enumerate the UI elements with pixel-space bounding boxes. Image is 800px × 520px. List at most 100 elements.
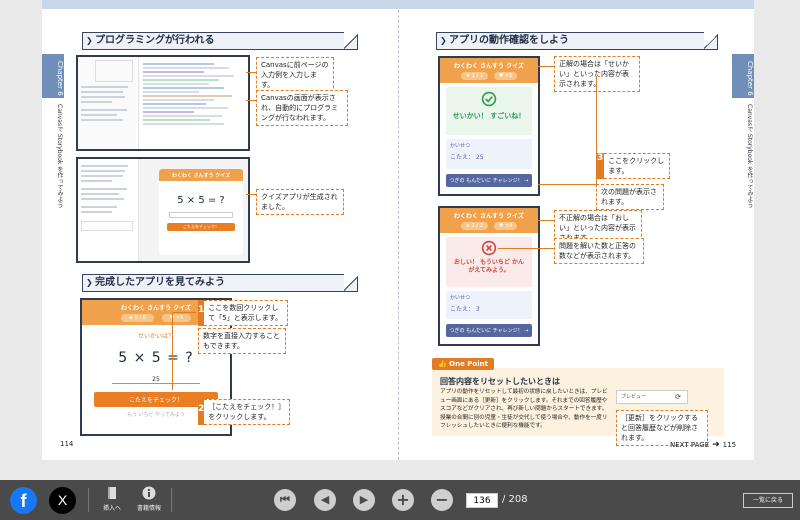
refresh-icon[interactable]: ⟳ <box>675 391 681 403</box>
next-question-button[interactable]: つぎの もんだいに チャレンジ！ → <box>446 174 532 187</box>
zoom-out-button[interactable]: − <box>431 489 453 511</box>
mini-quiz-title: わくわく さんすう クイズ <box>159 169 243 181</box>
ebook-viewer: プログラミングが行われる Chapter 6 Canvasで Storybook… <box>0 0 800 520</box>
callout-code: Canvasの画面が表示され、自動的にプログラミングが行なわれます。 <box>256 90 348 126</box>
leader-line <box>498 248 554 249</box>
step-text: ［こたえをチェック！］をクリックします。 <box>204 399 290 425</box>
explanation-panel: かいせつ こたえ： 25 <box>446 139 532 169</box>
leader-line <box>246 194 256 195</box>
step-number: 3 <box>596 153 605 179</box>
chapter-tab: Chapter 6 <box>42 54 64 98</box>
one-point-heading: 回答内容をリセットしたいときは <box>440 377 560 386</box>
callout-next-question: 次の問題が表示されます。 <box>596 184 664 210</box>
skip-back-icon: ⏮ <box>280 493 290 506</box>
mini-quiz-question: 5 × 5 = ? <box>177 195 225 206</box>
step-callout-1: 1 ここを数回クリックして「5」と表示します。 <box>198 300 288 326</box>
preview-panel: わくわく さんすう クイズ 5 × 5 = ? こたえをチェック！ <box>138 159 248 261</box>
prev-icon: ◀ <box>320 493 330 506</box>
lives-chip: ♥ ×4 <box>493 222 518 230</box>
bookmark-button[interactable]: 挿入へ <box>97 486 127 512</box>
lives-chip: ♥ ×5 <box>161 314 192 322</box>
book-icon <box>108 487 116 499</box>
total-pages: / 208 <box>502 494 528 505</box>
explanation-label: かいせつ <box>450 295 471 301</box>
leader-line <box>172 312 173 390</box>
result-panel: おしい！ もういちど かんがえてみよう。 <box>446 237 532 287</box>
info-icon <box>142 486 156 500</box>
back-to-list-button[interactable]: 一覧に戻る <box>743 493 793 508</box>
screenshot-wrong-answer: わくわく さんすう クイズ ★ 1 / 2 ♥ ×4 おしい！ もういちど かん… <box>438 206 540 346</box>
book-spread: プログラミングが行われる Chapter 6 Canvasで Storybook… <box>42 0 754 460</box>
callout-app: クイズアプリが生成されました。 <box>256 189 344 215</box>
plus-icon: + <box>396 490 410 509</box>
book-info-button[interactable]: 書籍情報 <box>134 486 164 512</box>
minus-icon: − <box>435 490 449 509</box>
chat-panel <box>78 57 136 149</box>
lives-chip: ♥ ×5 <box>493 72 518 80</box>
divider <box>88 488 89 512</box>
score-chip: ★ 1 / 1 <box>460 72 488 80</box>
top-band <box>398 0 754 9</box>
callout-count: 問題を解いた数と正答の数などが表示されます。 <box>554 238 644 264</box>
mini-check-button: こたえをチェック！ <box>167 223 235 231</box>
check-circle-icon <box>481 91 497 107</box>
arrow-right-icon: ➜ <box>712 440 720 450</box>
explanation-text: こたえ： 3 <box>450 306 480 313</box>
quiz-chips: ★ 1 / 1 ♥ ×5 <box>440 72 538 83</box>
thumbs-up-icon: 👍 <box>438 360 447 368</box>
next-icon: ▶ <box>359 493 369 506</box>
section-heading-programming: プログラミングが行われる <box>82 32 358 50</box>
page-number-input[interactable] <box>466 493 498 508</box>
facebook-share-icon[interactable]: f <box>10 487 37 514</box>
page-number-left: 114 <box>60 440 74 448</box>
viewer-toolbar: f X 挿入へ 書籍情報 ⏮ ◀ ▶ + − / 208 一覧に戻る <box>0 480 800 520</box>
callout-direct-input: 数字を直接入力することもできます。 <box>198 328 286 354</box>
leader-line <box>538 184 596 185</box>
x-share-icon[interactable]: X <box>49 487 76 514</box>
next-page-button[interactable]: ▶ <box>353 489 375 511</box>
leader-line <box>172 312 196 313</box>
chapter-side-text: Canvasで Storybook を作ってみよう <box>56 104 63 209</box>
result-message: おしい！ もういちど かんがえてみよう。 <box>454 259 524 274</box>
code-panel <box>138 57 248 149</box>
chapter-side-text: Canvasで Storybook を作ってみよう <box>746 104 753 209</box>
page-footer-right: NEXT PAGE ➜ 115 <box>670 440 736 450</box>
leader-line <box>538 220 554 221</box>
zoom-in-button[interactable]: + <box>392 489 414 511</box>
prev-page-button[interactable]: ◀ <box>314 489 336 511</box>
one-point-body: アプリの動作をリセットして最初の状態に戻したいときは、プレビュー画面にある［更新… <box>440 389 608 429</box>
step-callout-3: 3 ここをクリックします。 <box>596 153 670 179</box>
right-page: アプリの動作確認をしよう Chapter 6 Canvasで Storybook… <box>398 0 754 460</box>
quiz-title: わくわく さんすう クイズ <box>440 208 538 222</box>
page-number-right: 115 <box>722 441 737 449</box>
chat-panel <box>78 159 136 261</box>
next-question-button[interactable]: つぎの もんだいに チャレンジ！ → <box>446 324 532 337</box>
explanation-panel: かいせつ こたえ： 3 <box>446 291 532 319</box>
screenshot-canvas-code <box>76 55 250 151</box>
x-circle-icon <box>481 240 497 256</box>
leader-line <box>182 406 198 407</box>
left-page: プログラミングが行われる Chapter 6 Canvasで Storybook… <box>42 0 398 460</box>
one-point-box: 👍 One Point 回答内容をリセットしたいときは アプリの動作をリセットし… <box>432 358 724 446</box>
result-message: せいかい！ すごいね！ <box>452 112 526 120</box>
score-chip: ★ 1 / 2 <box>460 222 488 230</box>
screenshot-generated-app: わくわく さんすう クイズ 5 × 5 = ? こたえをチェック！ <box>76 157 250 263</box>
chapter-tab: Chapter 6 <box>732 54 754 98</box>
result-panel: せいかい！ すごいね！ <box>446 87 532 135</box>
leader-line <box>246 72 256 73</box>
quiz-title: わくわく さんすう クイズ <box>440 58 538 72</box>
mini-quiz-card: わくわく さんすう クイズ 5 × 5 = ? こたえをチェック！ <box>159 169 243 255</box>
one-point-badge: 👍 One Point <box>432 358 494 370</box>
quiz-chips: ★ 1 / 2 ♥ ×4 <box>440 222 538 233</box>
score-chip: ★ 0 / 0 <box>120 314 154 322</box>
preview-toolbar: プレビュー ⟳ <box>616 390 688 404</box>
callout-correct: 正解の場合は「せいかい」といった内容が表示されます。 <box>554 56 640 92</box>
top-band <box>42 0 398 9</box>
explanation-text: こたえ： 25 <box>450 154 484 161</box>
callout-input: Canvasに前ページの入力例を入力します。 <box>256 57 334 93</box>
step-callout-2: 2 ［こたえをチェック！］をクリックします。 <box>198 399 290 425</box>
first-page-button[interactable]: ⏮ <box>274 489 296 511</box>
answer-input[interactable]: 25 <box>112 376 200 384</box>
section-heading-completed-app: 完成したアプリを見てみよう <box>82 274 358 292</box>
section-heading-test: アプリの動作確認をしよう <box>436 32 718 50</box>
